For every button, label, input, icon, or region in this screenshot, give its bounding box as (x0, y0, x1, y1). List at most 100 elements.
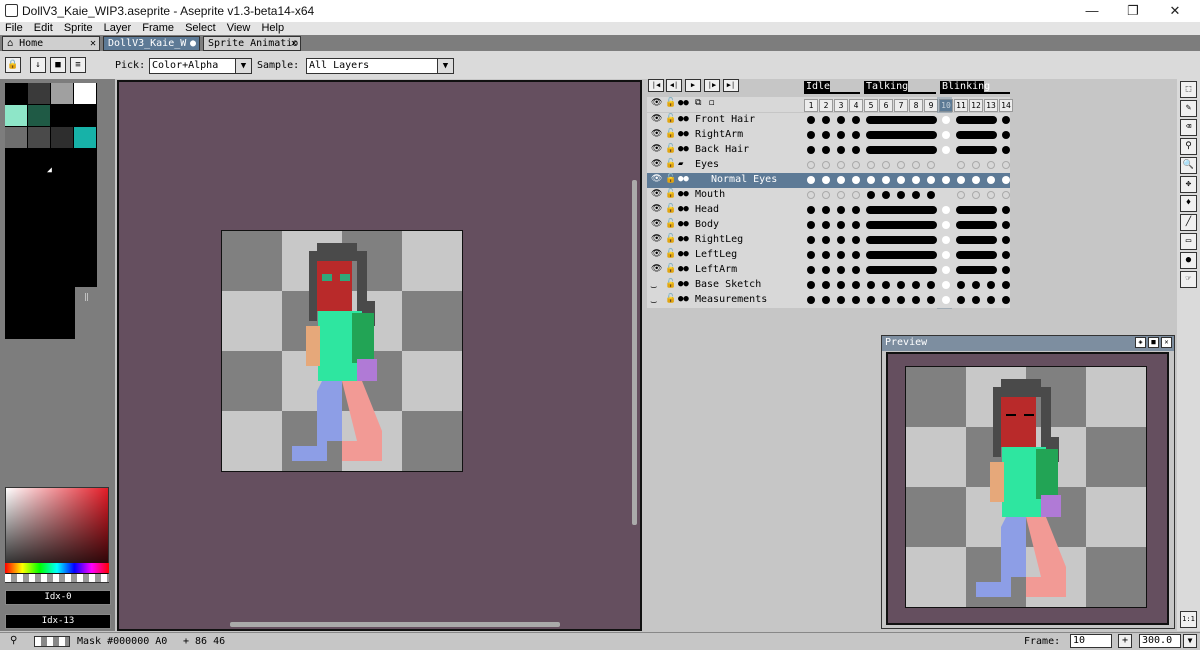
linked-cels[interactable] (956, 251, 997, 259)
lock-icon[interactable]: 🔓 (665, 144, 676, 154)
menu-layer[interactable]: Layer (104, 22, 132, 35)
hue-slider[interactable] (5, 563, 109, 573)
prev-frame-icon[interactable]: ◀| (666, 79, 682, 92)
cel[interactable] (804, 263, 818, 277)
cel[interactable] (894, 158, 908, 172)
lock-icon[interactable]: 🔓 (665, 219, 676, 229)
cel[interactable] (939, 173, 953, 187)
move-tool-icon[interactable]: ✥ (1180, 176, 1197, 193)
lock-icon[interactable]: 🔒 (5, 57, 21, 73)
tab-home[interactable]: ⌂ Home ✕ (2, 36, 100, 51)
maximize-button[interactable]: ❐ (1113, 2, 1153, 20)
eraser-tool-icon[interactable]: ⌫ (1180, 119, 1197, 136)
cel[interactable] (804, 203, 818, 217)
linked-cels[interactable] (956, 131, 997, 139)
cel[interactable] (879, 293, 893, 307)
first-frame-icon[interactable]: |◀ (648, 79, 664, 92)
cel[interactable] (804, 233, 818, 247)
cel[interactable] (849, 203, 863, 217)
cel[interactable] (999, 143, 1013, 157)
eye-icon[interactable]: 👁 (651, 174, 662, 184)
cel[interactable] (804, 278, 818, 292)
frame-header-1[interactable]: 1 (804, 99, 818, 112)
cel[interactable] (819, 173, 833, 187)
cel[interactable] (804, 128, 818, 142)
cel[interactable] (939, 218, 953, 232)
lock-icon[interactable]: 🔓 (665, 159, 676, 169)
cel[interactable] (894, 278, 908, 292)
lock-icon[interactable]: 🔓 (665, 234, 676, 244)
line-tool-icon[interactable]: ╱ (1180, 214, 1197, 231)
continuous-icon[interactable]: ●● (678, 279, 689, 289)
cel[interactable] (939, 233, 953, 247)
cel[interactable] (954, 173, 968, 187)
continuous-icon[interactable]: ●● (678, 98, 689, 108)
cel[interactable] (834, 263, 848, 277)
lock-icon[interactable]: 🔓 (665, 98, 676, 108)
palette-swatch[interactable] (74, 105, 96, 126)
vertical-scrollbar[interactable] (632, 180, 637, 525)
cel[interactable] (819, 233, 833, 247)
frame-header-14[interactable]: 14 (999, 99, 1013, 112)
cel[interactable] (939, 143, 953, 157)
linked-cels[interactable] (866, 206, 937, 214)
preview-mode-icon[interactable]: ■ (1148, 337, 1159, 348)
cel[interactable] (939, 203, 953, 217)
continuous-icon[interactable]: ●● (678, 234, 689, 244)
cel[interactable] (924, 188, 938, 202)
preview-titlebar[interactable]: Preview ◈ ■ ✕ (882, 336, 1174, 351)
cel[interactable] (849, 248, 863, 262)
alpha-slider[interactable] (5, 574, 109, 582)
cel[interactable] (864, 173, 878, 187)
lock-icon[interactable]: 🔓 (665, 279, 676, 289)
continuous-icon[interactable]: ●● (678, 204, 689, 214)
cel[interactable] (939, 113, 953, 127)
cel[interactable] (804, 218, 818, 232)
actual-size-icon[interactable]: 1:1 (1180, 611, 1197, 628)
cel[interactable] (969, 278, 983, 292)
cel[interactable] (984, 173, 998, 187)
continuous-icon[interactable]: ●● (678, 189, 689, 199)
eye-icon[interactable]: 👁 (651, 234, 662, 244)
continuous-icon[interactable]: ●● (678, 294, 689, 304)
fill-tool-icon[interactable]: ♦ (1180, 195, 1197, 212)
frame-header-4[interactable]: 4 (849, 99, 863, 112)
eye-icon[interactable]: 👁 (651, 98, 662, 108)
cel[interactable] (819, 158, 833, 172)
tab-close-icon[interactable]: ✕ (90, 37, 96, 50)
frame-header-7[interactable]: 7 (894, 99, 908, 112)
cel[interactable] (879, 158, 893, 172)
cel[interactable] (909, 188, 923, 202)
cel[interactable] (804, 113, 818, 127)
pick-select[interactable]: Color+Alpha ▼ (149, 58, 252, 74)
cel[interactable] (819, 278, 833, 292)
cel[interactable] (894, 188, 908, 202)
pencil-tool-icon[interactable]: ✎ (1180, 100, 1197, 117)
menu-frame[interactable]: Frame (142, 22, 174, 35)
cel[interactable] (999, 263, 1013, 277)
cel[interactable] (924, 278, 938, 292)
next-frame-icon[interactable]: |▶ (704, 79, 720, 92)
sample-select[interactable]: All Layers ▼ (306, 58, 454, 74)
menu-file[interactable]: File (5, 22, 23, 35)
continuous-icon[interactable]: ●● (678, 219, 689, 229)
eyedropper-tool-icon[interactable]: ⚲ (1180, 138, 1197, 155)
eye-icon[interactable]: 👁 (651, 144, 662, 154)
cel[interactable] (834, 278, 848, 292)
cel[interactable] (894, 173, 908, 187)
cel[interactable] (999, 278, 1013, 292)
palette-swatch[interactable] (51, 83, 73, 104)
cel[interactable] (999, 113, 1013, 127)
palette-swatch[interactable] (5, 105, 27, 126)
frame-header-13[interactable]: 13 (984, 99, 998, 112)
frame-header-2[interactable]: 2 (819, 99, 833, 112)
cel[interactable] (849, 263, 863, 277)
cel[interactable] (939, 128, 953, 142)
cel[interactable] (939, 248, 953, 262)
lock-icon[interactable]: 🔓 (665, 294, 676, 304)
frame-header-11[interactable]: 11 (954, 99, 968, 112)
continuous-icon[interactable]: ●● (678, 144, 689, 154)
cel[interactable] (984, 188, 998, 202)
cel[interactable] (984, 293, 998, 307)
cel[interactable] (849, 173, 863, 187)
